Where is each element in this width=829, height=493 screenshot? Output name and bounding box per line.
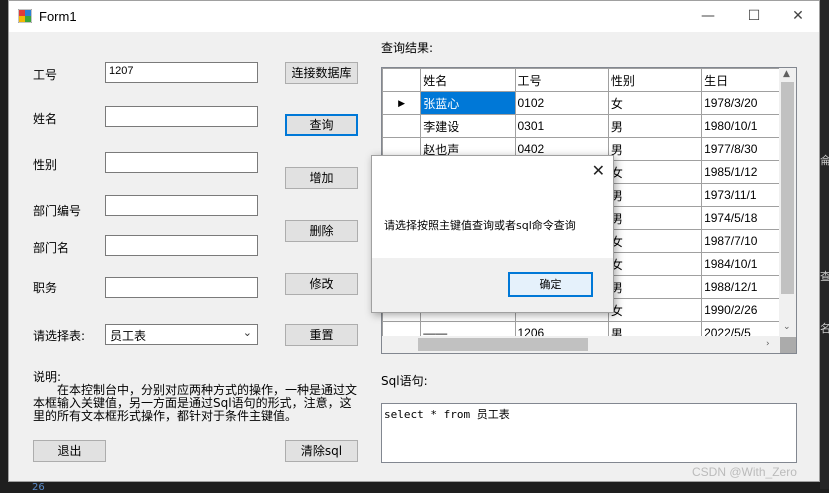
dialog-ok-button[interactable]: 确定 xyxy=(508,272,593,297)
scroll-up-icon[interactable]: ▲ xyxy=(783,69,790,79)
header-row: 姓名 工号 性别 生日 xyxy=(382,68,780,92)
dept-no-input[interactable] xyxy=(105,195,258,216)
table-cell[interactable]: 男 xyxy=(607,183,703,207)
table-cell[interactable]: 1978/3/20 xyxy=(701,91,780,115)
window-title: Form1 xyxy=(39,9,77,24)
horizontal-scrollbar[interactable]: › xyxy=(382,336,780,353)
horizontal-scroll-thumb[interactable] xyxy=(418,338,588,351)
dialog-close-icon[interactable]: ✕ xyxy=(592,161,605,180)
table-cell[interactable]: 女 xyxy=(607,252,703,276)
table-cell[interactable]: 1984/10/1 xyxy=(701,252,780,276)
label-id: 工号 xyxy=(33,68,58,82)
connect-db-button[interactable]: 连接数据库 xyxy=(285,62,358,84)
query-button[interactable]: 查询 xyxy=(285,114,358,136)
table-cell[interactable]: 女 xyxy=(607,229,703,253)
name-input[interactable] xyxy=(105,106,258,127)
label-name: 姓名 xyxy=(33,112,58,126)
gender-input[interactable] xyxy=(105,152,258,173)
column-header[interactable]: 工号 xyxy=(514,68,609,92)
table-select-value: 员工表 xyxy=(110,329,147,343)
table-cell[interactable]: 1987/7/10 xyxy=(701,229,780,253)
description-text: 在本控制台中，分别对应两种方式的操作，一种是通过文本框输入关键值，另一方面是通过… xyxy=(33,383,358,423)
table-row[interactable]: ▶ 张蓝心 0102 女 1978/3/20 xyxy=(382,91,780,115)
vertical-scrollbar[interactable]: ▲ ⌄ xyxy=(779,68,796,337)
watermark: CSDN @With_Zero xyxy=(692,465,797,479)
table-row[interactable]: —— 1206 男 2022/5/5 xyxy=(382,321,780,337)
minimize-button[interactable]: — xyxy=(685,1,731,32)
table-cell[interactable]: 1977/8/30 xyxy=(701,137,780,161)
column-header[interactable]: 性别 xyxy=(607,68,703,92)
close-button[interactable]: ✕ xyxy=(775,1,821,32)
scroll-right-icon[interactable]: › xyxy=(766,339,770,349)
dept-name-input[interactable] xyxy=(105,235,258,256)
label-dept-name: 部门名 xyxy=(33,241,70,255)
table-cell[interactable]: 1988/12/1 xyxy=(701,275,780,299)
table-cell[interactable]: —— xyxy=(420,321,516,337)
column-header[interactable]: 生日 xyxy=(701,68,780,92)
table-cell[interactable]: 0301 xyxy=(514,114,609,138)
table-cell[interactable]: 男 xyxy=(607,206,703,230)
table-cell[interactable]: 0102 xyxy=(514,91,609,115)
row-header-corner xyxy=(382,68,422,92)
row-header[interactable] xyxy=(382,114,422,138)
label-dept-no: 部门编号 xyxy=(33,204,82,218)
query-result-label: 查询结果: xyxy=(381,41,434,55)
chevron-down-icon[interactable]: ⌄ xyxy=(243,326,252,339)
row-header[interactable] xyxy=(382,321,422,337)
message-dialog: ✕ 请选择按照主键值查询或者sql命令查询 确定 xyxy=(371,155,614,313)
position-input[interactable] xyxy=(105,277,258,298)
table-cell[interactable]: 女 xyxy=(607,91,703,115)
table-cell[interactable]: 男 xyxy=(607,114,703,138)
background-editor-strip xyxy=(820,0,829,489)
table-cell[interactable]: 男 xyxy=(607,321,703,337)
vertical-scroll-thumb[interactable] xyxy=(781,82,794,294)
table-row[interactable]: 李建设 0301 男 1980/10/1 xyxy=(382,114,780,138)
table-select[interactable]: 员工表 ⌄ xyxy=(105,324,258,345)
id-input[interactable]: 1207 xyxy=(105,62,258,83)
modify-button[interactable]: 修改 xyxy=(285,273,358,295)
table-cell[interactable]: 张蓝心 xyxy=(420,91,516,115)
table-cell[interactable]: 1206 xyxy=(514,321,609,337)
table-cell[interactable]: 1974/5/18 xyxy=(701,206,780,230)
scroll-down-icon[interactable]: ⌄ xyxy=(783,322,791,332)
add-button[interactable]: 增加 xyxy=(285,167,358,189)
title-bar[interactable]: Form1 — ☐ ✕ xyxy=(9,1,819,32)
table-cell[interactable]: 女 xyxy=(607,160,703,184)
row-header[interactable]: ▶ xyxy=(382,91,422,115)
label-position: 职务 xyxy=(33,281,58,295)
column-header[interactable]: 姓名 xyxy=(420,68,516,92)
dialog-message: 请选择按照主键值查询或者sql命令查询 xyxy=(384,219,576,232)
table-cell[interactable]: 女 xyxy=(607,298,703,322)
maximize-button[interactable]: ☐ xyxy=(731,1,777,32)
exit-button[interactable]: 退出 xyxy=(33,440,106,462)
label-gender: 性别 xyxy=(33,158,58,172)
side-char: 名 xyxy=(820,322,829,335)
side-char: 查 xyxy=(820,270,829,283)
label-select-table: 请选择表: xyxy=(33,329,86,343)
app-icon xyxy=(18,9,32,23)
table-cell[interactable]: 李建设 xyxy=(420,114,516,138)
sql-label: Sql语句: xyxy=(381,374,428,388)
clear-sql-button[interactable]: 清除sql xyxy=(285,440,358,462)
side-char: 侖 xyxy=(820,154,829,167)
table-cell[interactable]: 1980/10/1 xyxy=(701,114,780,138)
line-number: 26 xyxy=(32,482,45,493)
delete-button[interactable]: 删除 xyxy=(285,220,358,242)
description: 说明: 在本控制台中，分别对应两种方式的操作，一种是通过文本框输入关键值，另一方… xyxy=(33,371,363,423)
sql-input[interactable]: select * from 员工表 xyxy=(381,403,797,463)
table-cell[interactable]: 1985/1/12 xyxy=(701,160,780,184)
table-cell[interactable]: 2022/5/5 xyxy=(701,321,780,337)
reset-button[interactable]: 重置 xyxy=(285,324,358,346)
table-cell[interactable]: 1973/11/1 xyxy=(701,183,780,207)
table-cell[interactable]: 男 xyxy=(607,275,703,299)
table-cell[interactable]: 1990/2/26 xyxy=(701,298,780,322)
table-cell[interactable]: 男 xyxy=(607,137,703,161)
